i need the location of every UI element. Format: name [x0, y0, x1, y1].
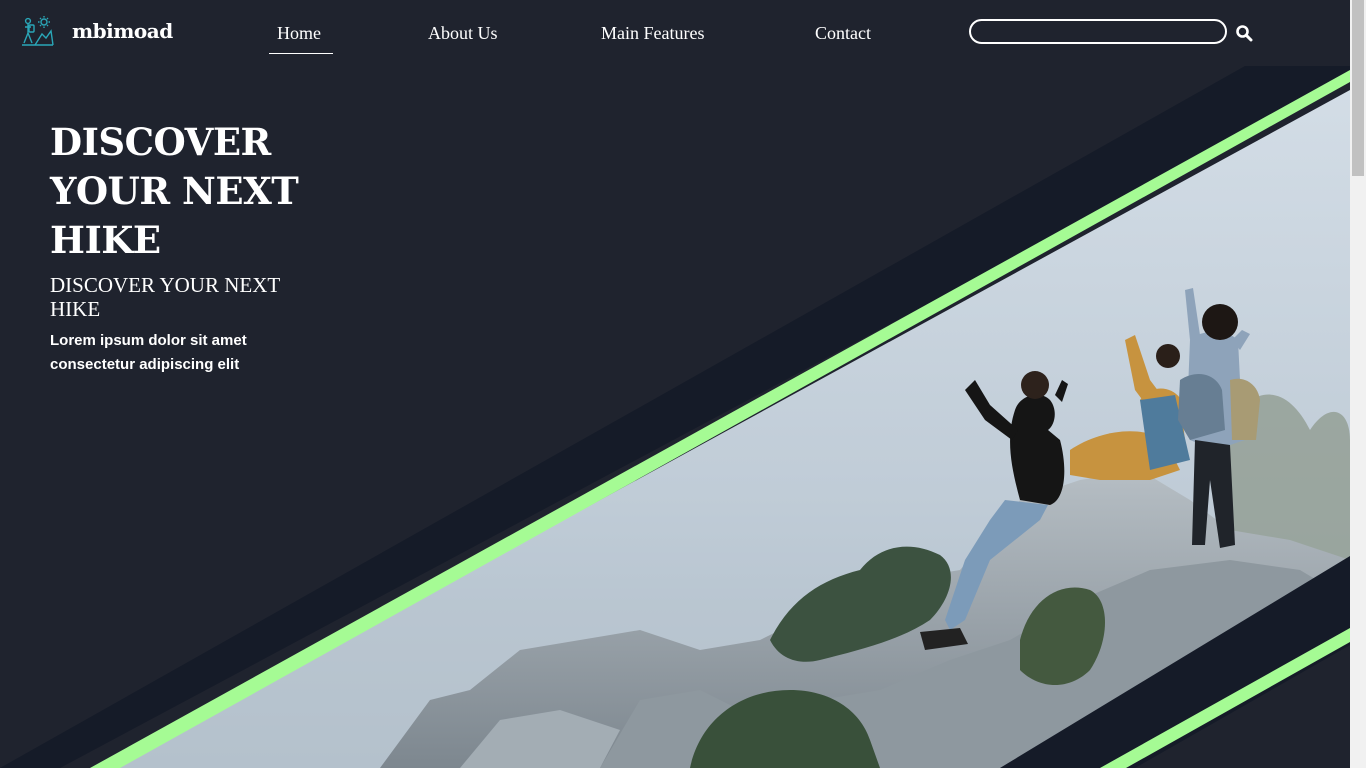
hero-text-block: DISCOVER YOUR NEXT HIKE DISCOVER YOUR NE… [50, 118, 360, 377]
brand-name[interactable]: mbimoad [72, 19, 173, 43]
active-nav-underline [269, 53, 333, 54]
scrollbar-thumb[interactable] [1352, 0, 1364, 176]
hero-subtitle: DISCOVER YOUR NEXT HIKE [50, 273, 280, 321]
nav-contact-link[interactable]: Contact [815, 21, 871, 45]
hikers-logo-icon[interactable] [20, 15, 54, 49]
search-input[interactable] [969, 19, 1227, 44]
nav-features-link[interactable]: Main Features [601, 21, 704, 45]
nav-about-link[interactable]: About Us [428, 21, 498, 45]
page: mbimoad Home About Us Main Features Cont… [0, 0, 1366, 768]
search-icon[interactable] [1235, 24, 1253, 42]
navbar: mbimoad Home About Us Main Features Cont… [0, 0, 1350, 66]
hero-description: Lorem ipsum dolor sit amet consectetur a… [50, 332, 247, 373]
nav-home-link[interactable]: Home [277, 21, 321, 45]
hero-title: DISCOVER YOUR NEXT HIKE [50, 120, 299, 262]
hero-image [0, 66, 1350, 768]
